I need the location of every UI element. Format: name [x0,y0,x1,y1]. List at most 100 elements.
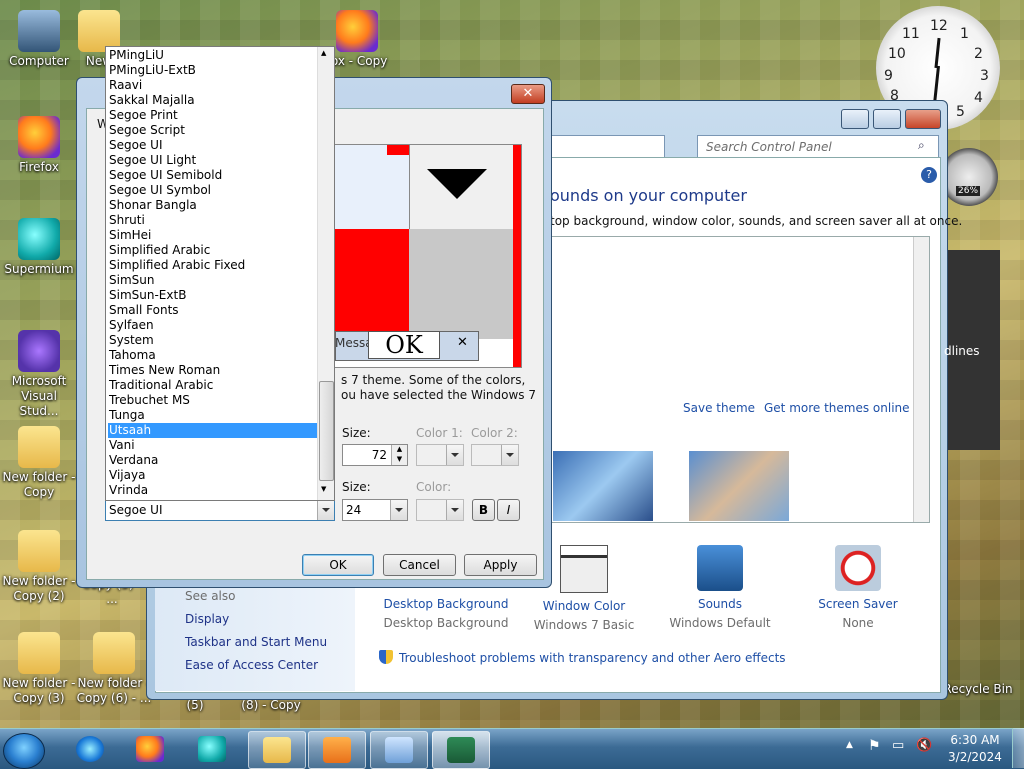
ok-button[interactable]: OK [302,554,374,576]
desktop-icon-new-folder-copy-2[interactable]: New folder - Copy (2) [2,530,76,604]
font-list-item[interactable]: Trebuchet MS [108,393,317,408]
search-input[interactable]: Search Control Panel ⌕ [697,135,939,159]
font-list-item[interactable]: Vani [108,438,317,453]
desktop-icon-5[interactable]: (5) [170,698,220,713]
font-list-item[interactable]: Segoe UI [108,138,317,153]
color2-picker[interactable] [471,444,519,466]
show-desktop-button[interactable] [1012,728,1024,768]
desktop-icon-new-folder-copy-6[interactable]: New folder - Copy (6) - ... [76,632,152,706]
help-icon[interactable]: ? [921,167,937,183]
link-ease-of-access[interactable]: Ease of Access Center [185,658,318,672]
taskbar-ie[interactable] [62,731,118,767]
desktop-icon-new-folder-copy-3[interactable]: New folder - Copy (3) [2,632,76,706]
font-list-item[interactable]: Tunga [108,408,317,423]
font-list-item[interactable]: Raavi [108,78,317,93]
font-list-item[interactable]: Segoe Script [108,123,317,138]
font-size-select[interactable]: 24 [342,499,408,521]
link-taskbar[interactable]: Taskbar and Start Menu [185,635,327,649]
close-button[interactable] [905,109,941,129]
font-list-item[interactable]: PMingLiU [108,48,317,63]
taskbar-media-player[interactable] [308,731,366,769]
font-color-label: Color: [416,480,452,494]
font-list-item[interactable]: SimSun [108,273,317,288]
font-list-item[interactable]: Shonar Bangla [108,198,317,213]
desktop-icon-visual-studio[interactable]: Microsoft Visual Stud... [2,330,76,419]
font-list-item[interactable]: Vijaya [108,468,317,483]
scroll-down-arrow-icon[interactable]: ▼ [321,485,326,493]
folder-icon [18,426,60,468]
italic-button[interactable]: I [497,499,520,521]
theme-thumbnail[interactable] [689,451,789,521]
taskbar-supermium[interactable] [184,731,240,767]
font-color-picker[interactable] [416,499,464,521]
desktop-icon-supermium[interactable]: Supermium [2,218,76,277]
theme-list-scrollbar[interactable] [913,237,929,522]
apply-button[interactable]: Apply [464,554,537,576]
theme-thumbnail[interactable] [553,451,653,521]
taskbar-display-settings[interactable] [432,731,490,769]
font-list-item[interactable]: Segoe UI Semibold [108,168,317,183]
desktop-icon-8-copy[interactable]: (8) - Copy [236,698,306,713]
desktop-icon-computer[interactable]: Computer [2,10,76,69]
troubleshoot-aero-link[interactable]: Troubleshoot problems with transparency … [399,651,786,665]
theme-list[interactable]: Save theme Get more themes online [548,236,930,523]
spinner-up-icon[interactable]: ▲ [391,445,407,455]
font-list-item[interactable]: Simplified Arabic [108,243,317,258]
clock-time[interactable]: 6:30 AM [940,733,1010,747]
save-theme-link[interactable]: Save theme [683,401,755,415]
font-list-item[interactable]: Tahoma [108,348,317,363]
font-list-item[interactable]: System [108,333,317,348]
desktop-icon-firefox[interactable]: Firefox [2,116,76,175]
font-list-item[interactable]: PMingLiU-ExtB [108,63,317,78]
color1-picker[interactable] [416,444,464,466]
dialog-close-button[interactable]: ✕ [511,84,545,104]
font-list-item[interactable]: Small Fonts [108,303,317,318]
taskbar-control-panel[interactable] [370,731,428,769]
window-color-icon [560,545,608,593]
font-list-item[interactable]: Traditional Arabic [108,378,317,393]
desktop-icon-new-folder-copy[interactable]: New folder - Copy [2,426,76,500]
font-list-item[interactable]: Segoe Print [108,108,317,123]
taskbar-firefox[interactable] [122,731,178,767]
visual-studio-icon [18,330,60,372]
show-hidden-icons-icon[interactable]: ▲ [846,740,853,750]
font-select[interactable]: Segoe UI [105,499,335,521]
start-button[interactable] [3,733,45,769]
spinner-down-icon[interactable]: ▼ [391,455,407,465]
media-player-icon [323,737,351,763]
maximize-button[interactable] [873,109,901,129]
link-display[interactable]: Display [185,612,229,626]
font-list-item[interactable]: Segoe UI Symbol [108,183,317,198]
clock-date[interactable]: 3/2/2024 [940,750,1010,764]
cancel-button[interactable]: Cancel [383,554,456,576]
taskbar-explorer[interactable] [248,731,306,769]
cpu-meter-gadget[interactable]: 26% [940,148,998,206]
font-list-item[interactable]: Vrinda [108,483,317,498]
font-list-item[interactable]: Sakkal Majalla [108,93,317,108]
font-list-item[interactable]: Simplified Arabic Fixed [108,258,317,273]
font-dropdown-list[interactable]: PMingLiU PMingLiU-ExtB Raavi Sakkal Majalla… [105,46,335,501]
tile-screen-saver[interactable]: Screen Saver None [793,545,923,630]
font-list-item[interactable]: Shruti [108,213,317,228]
get-more-themes-link[interactable]: Get more themes online [764,401,910,415]
font-list-item[interactable]: Segoe UI Light [108,153,317,168]
network-icon[interactable]: ▭ [892,738,904,753]
volume-muted-icon[interactable]: 🔇 [916,738,932,753]
minimize-button[interactable] [841,109,869,129]
font-list-item[interactable]: SimHei [108,228,317,243]
action-center-flag-icon[interactable]: ⚑ [868,738,881,754]
scrollbar-thumb[interactable] [319,381,334,481]
font-list-item[interactable]: Times New Roman [108,363,317,378]
info-text-line2: ou have selected the Windows 7 [341,388,537,402]
desktop-icon-recycle-bin[interactable]: Recycle Bin [938,682,1018,697]
scroll-up-arrow-icon[interactable]: ▲ [321,49,326,57]
font-list-item[interactable]: Utsaah [108,423,317,438]
bold-button[interactable]: B [472,499,495,521]
chevron-down-icon [317,500,334,520]
font-list-item[interactable]: SimSun-ExtB [108,288,317,303]
font-list-scrollbar[interactable]: ▲ ▼ [317,47,334,500]
font-list-item[interactable]: Sylfaen [108,318,317,333]
font-list-item[interactable]: Verdana [108,453,317,468]
item-size-spinner[interactable]: 72 ▲ ▼ [342,444,408,466]
tile-sounds[interactable]: Sounds Windows Default [655,545,785,630]
